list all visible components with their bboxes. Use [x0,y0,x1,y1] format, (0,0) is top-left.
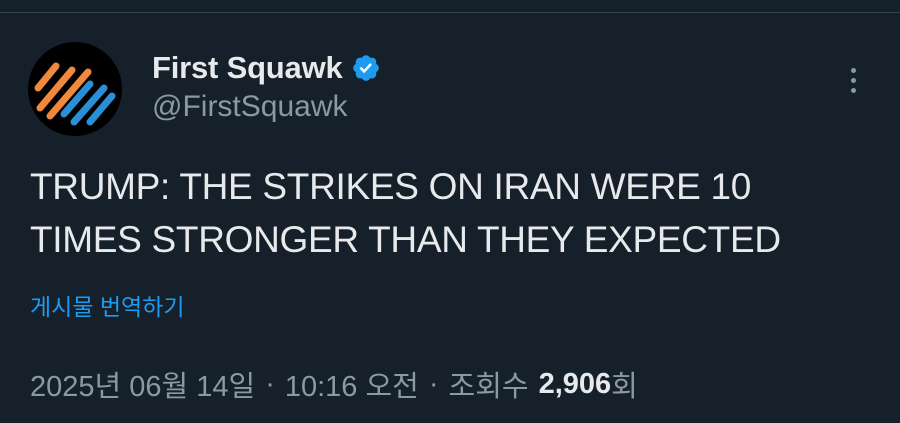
translate-post-link[interactable]: 게시물 번역하기 [30,288,185,322]
first-squawk-logo-icon [34,62,116,126]
tweet-text-line: TIMES STRONGER THAN THEY EXPECTED [30,219,781,260]
more-options-icon-dot [850,77,856,83]
tweet-text-line: TRUMP: THE STRIKES ON IRAN WERE 10 [30,166,752,207]
author-display-name[interactable]: First Squawk [152,50,343,86]
more-options-icon [850,67,856,73]
more-options-icon-dot [850,87,856,93]
tweet-text: TRUMP: THE STRIKES ON IRAN WERE 10 TIMES… [30,160,880,266]
tweet-card: First Squawk @FirstSquawk TRUMP: THE STR… [0,0,900,423]
tweet-date[interactable]: 2025년 06월 14일 [30,363,255,405]
views-suffix: 회 [611,371,638,403]
views-label: 조회수 [448,371,529,403]
tweet-time[interactable]: 10:16 오전 [285,363,419,405]
tweet-meta: 2025년 06월 14일 · 10:16 오전 · 조회수 2,906 회 [30,364,638,404]
verified-badge-icon [352,55,379,81]
author-handle[interactable]: @FirstSquawk [152,90,348,124]
avatar[interactable] [28,42,122,136]
divider [0,12,900,13]
views-count: 2,906 [538,367,612,400]
meta-separator: · [265,367,275,400]
author-name-row: First Squawk [152,48,381,88]
more-options-button[interactable] [836,60,870,100]
meta-separator: · [428,367,439,400]
